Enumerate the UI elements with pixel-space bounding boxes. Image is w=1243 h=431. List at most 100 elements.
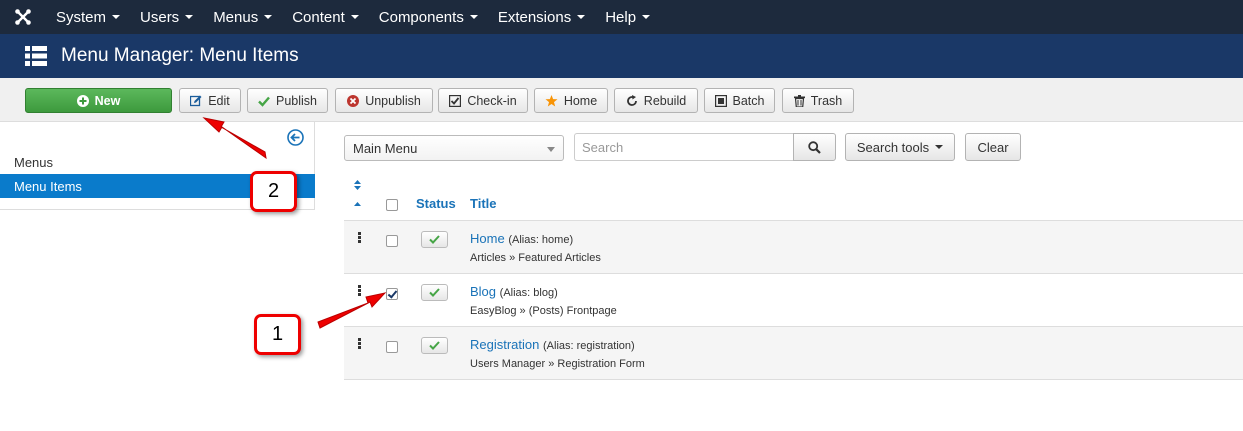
nav-label: Users [140, 8, 180, 26]
publish-button[interactable]: Publish [247, 88, 328, 113]
check-icon [258, 96, 270, 107]
edit-button-label: Edit [208, 93, 230, 108]
annotation-callout-2: 2 [250, 171, 297, 212]
nav-system[interactable]: System [46, 0, 130, 34]
item-title-link[interactable]: Home [470, 231, 505, 246]
unpublish-button[interactable]: Unpublish [335, 88, 433, 113]
drag-handle-icon[interactable] [358, 232, 361, 244]
batch-button[interactable]: Batch [704, 88, 775, 113]
caret-down-icon [112, 15, 121, 19]
published-toggle[interactable] [421, 231, 448, 248]
published-toggle[interactable] [421, 284, 448, 301]
rebuild-button[interactable]: Rebuild [614, 88, 698, 113]
table-row: Blog (Alias: blog) EasyBlog » (Posts) Fr… [344, 274, 1243, 327]
caret-down-icon [350, 15, 359, 19]
caret-down-icon [935, 145, 944, 149]
edit-button[interactable]: Edit [179, 88, 241, 113]
home-button[interactable]: Home [534, 88, 608, 113]
batch-button-label: Batch [732, 93, 765, 108]
nav-users[interactable]: Users [130, 0, 203, 34]
checkin-button-label: Check-in [467, 93, 517, 108]
rebuild-button-label: Rebuild [643, 93, 687, 108]
new-button-label: New [94, 93, 121, 108]
table-header: Status Title [344, 171, 1243, 221]
menu-select-value: Main Menu [353, 140, 418, 156]
item-title-link[interactable]: Blog [470, 284, 496, 299]
caret-down-icon [577, 15, 586, 19]
sidebar-item-label: Menus [14, 154, 54, 170]
item-alias: (Alias: blog) [499, 287, 558, 299]
plus-circle-icon [76, 94, 89, 107]
nav-label: Extensions [497, 8, 572, 26]
nav-label: Help [605, 8, 637, 26]
caret-down-icon [642, 15, 651, 19]
table-row: Registration (Alias: registration) Users… [344, 327, 1243, 380]
refresh-icon [626, 94, 637, 106]
table-row: Home (Alias: home) Articles » Featured A… [344, 221, 1243, 274]
clear-button-label: Clear [977, 139, 1009, 155]
item-type: EasyBlog » (Posts) Frontpage [470, 305, 617, 317]
search-icon [808, 140, 821, 154]
search-button[interactable] [793, 133, 836, 161]
caret-down-icon [185, 15, 194, 19]
trash-icon [793, 94, 805, 107]
new-button[interactable]: New [25, 88, 172, 113]
row-checkbox[interactable] [386, 341, 398, 353]
checkin-button[interactable]: Check-in [438, 88, 528, 113]
checkbox-icon [449, 94, 462, 107]
drag-handle-icon[interactable] [358, 338, 361, 350]
status-column-header[interactable]: Status [416, 196, 456, 211]
nav-label: Content [292, 8, 345, 26]
search-tools-label: Search tools [856, 139, 930, 155]
edit-icon [190, 95, 202, 106]
caret-down-icon [469, 15, 478, 19]
search-input[interactable] [574, 133, 794, 161]
caret-down-icon [264, 15, 273, 19]
annotation-callout-1: 1 [254, 314, 301, 355]
nav-help[interactable]: Help [595, 0, 660, 34]
list-icon [25, 46, 47, 66]
page-header: Menu Manager: Menu Items [0, 34, 1243, 78]
menu-items-table: Status Title Home (Alias: home) Articles… [344, 171, 1243, 380]
star-icon [545, 94, 558, 106]
search-tools-button[interactable]: Search tools [845, 133, 955, 161]
row-checkbox[interactable] [386, 235, 398, 247]
collapse-sidebar-icon[interactable] [287, 129, 304, 146]
nav-components[interactable]: Components [369, 0, 488, 34]
joomla-logo-icon[interactable] [0, 0, 46, 34]
item-title: Registration (Alias: registration) [470, 337, 635, 352]
item-title: Blog (Alias: blog) [470, 284, 558, 299]
batch-icon [714, 94, 727, 107]
sort-ordering-icon[interactable] [353, 180, 362, 207]
nav-label: System [56, 8, 107, 26]
home-button-label: Home [563, 93, 598, 108]
title-column-header[interactable]: Title [470, 196, 497, 211]
unpublish-icon [347, 94, 360, 107]
top-navbar: System Users Menus Content Components Ex… [0, 0, 1243, 34]
nav-label: Menus [213, 8, 259, 26]
publish-button-label: Publish [276, 93, 317, 108]
unpublish-button-label: Unpublish [365, 93, 421, 108]
check-icon [429, 288, 440, 297]
check-icon [429, 235, 440, 244]
published-toggle[interactable] [421, 337, 448, 354]
item-alias: (Alias: home) [508, 234, 574, 246]
drag-handle-icon[interactable] [358, 285, 361, 297]
clear-button[interactable]: Clear [965, 133, 1021, 161]
check-icon [429, 341, 440, 350]
page-title: Menu Manager: Menu Items [61, 45, 299, 66]
select-all-checkbox[interactable] [386, 199, 398, 211]
sidebar-item-label: Menu Items [14, 178, 82, 194]
item-type: Users Manager » Registration Form [470, 358, 645, 370]
item-title: Home (Alias: home) [470, 231, 573, 246]
menu-select[interactable]: Main Menu [344, 135, 564, 161]
nav-extensions[interactable]: Extensions [488, 0, 595, 34]
trash-button[interactable]: Trash [782, 88, 854, 113]
nav-content[interactable]: Content [282, 0, 369, 34]
item-alias: (Alias: registration) [543, 340, 635, 352]
trash-button-label: Trash [810, 93, 843, 108]
row-checkbox[interactable] [386, 288, 398, 300]
nav-label: Components [378, 8, 464, 26]
item-title-link[interactable]: Registration [470, 337, 539, 352]
nav-menus[interactable]: Menus [203, 0, 282, 34]
